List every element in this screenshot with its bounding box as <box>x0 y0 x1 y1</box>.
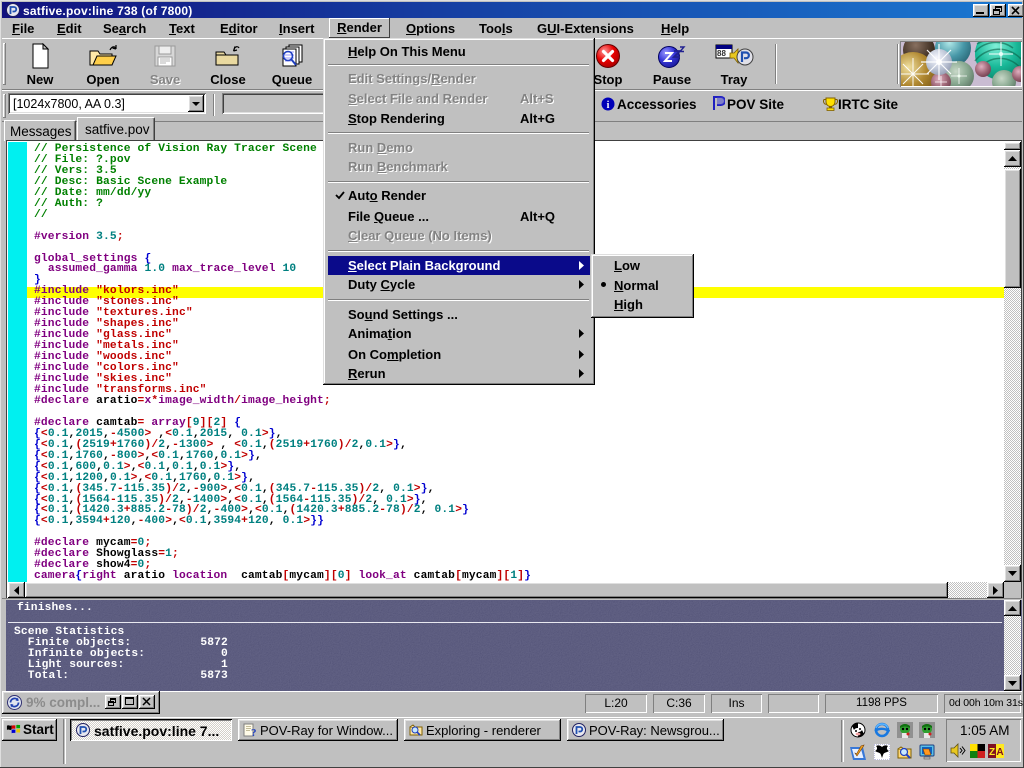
svg-text:i: i <box>607 100 610 111</box>
svg-text:Z: Z <box>989 747 995 758</box>
svg-text:?: ? <box>251 727 257 737</box>
svg-text:88: 88 <box>717 49 726 58</box>
svg-text:A: A <box>996 747 1003 758</box>
